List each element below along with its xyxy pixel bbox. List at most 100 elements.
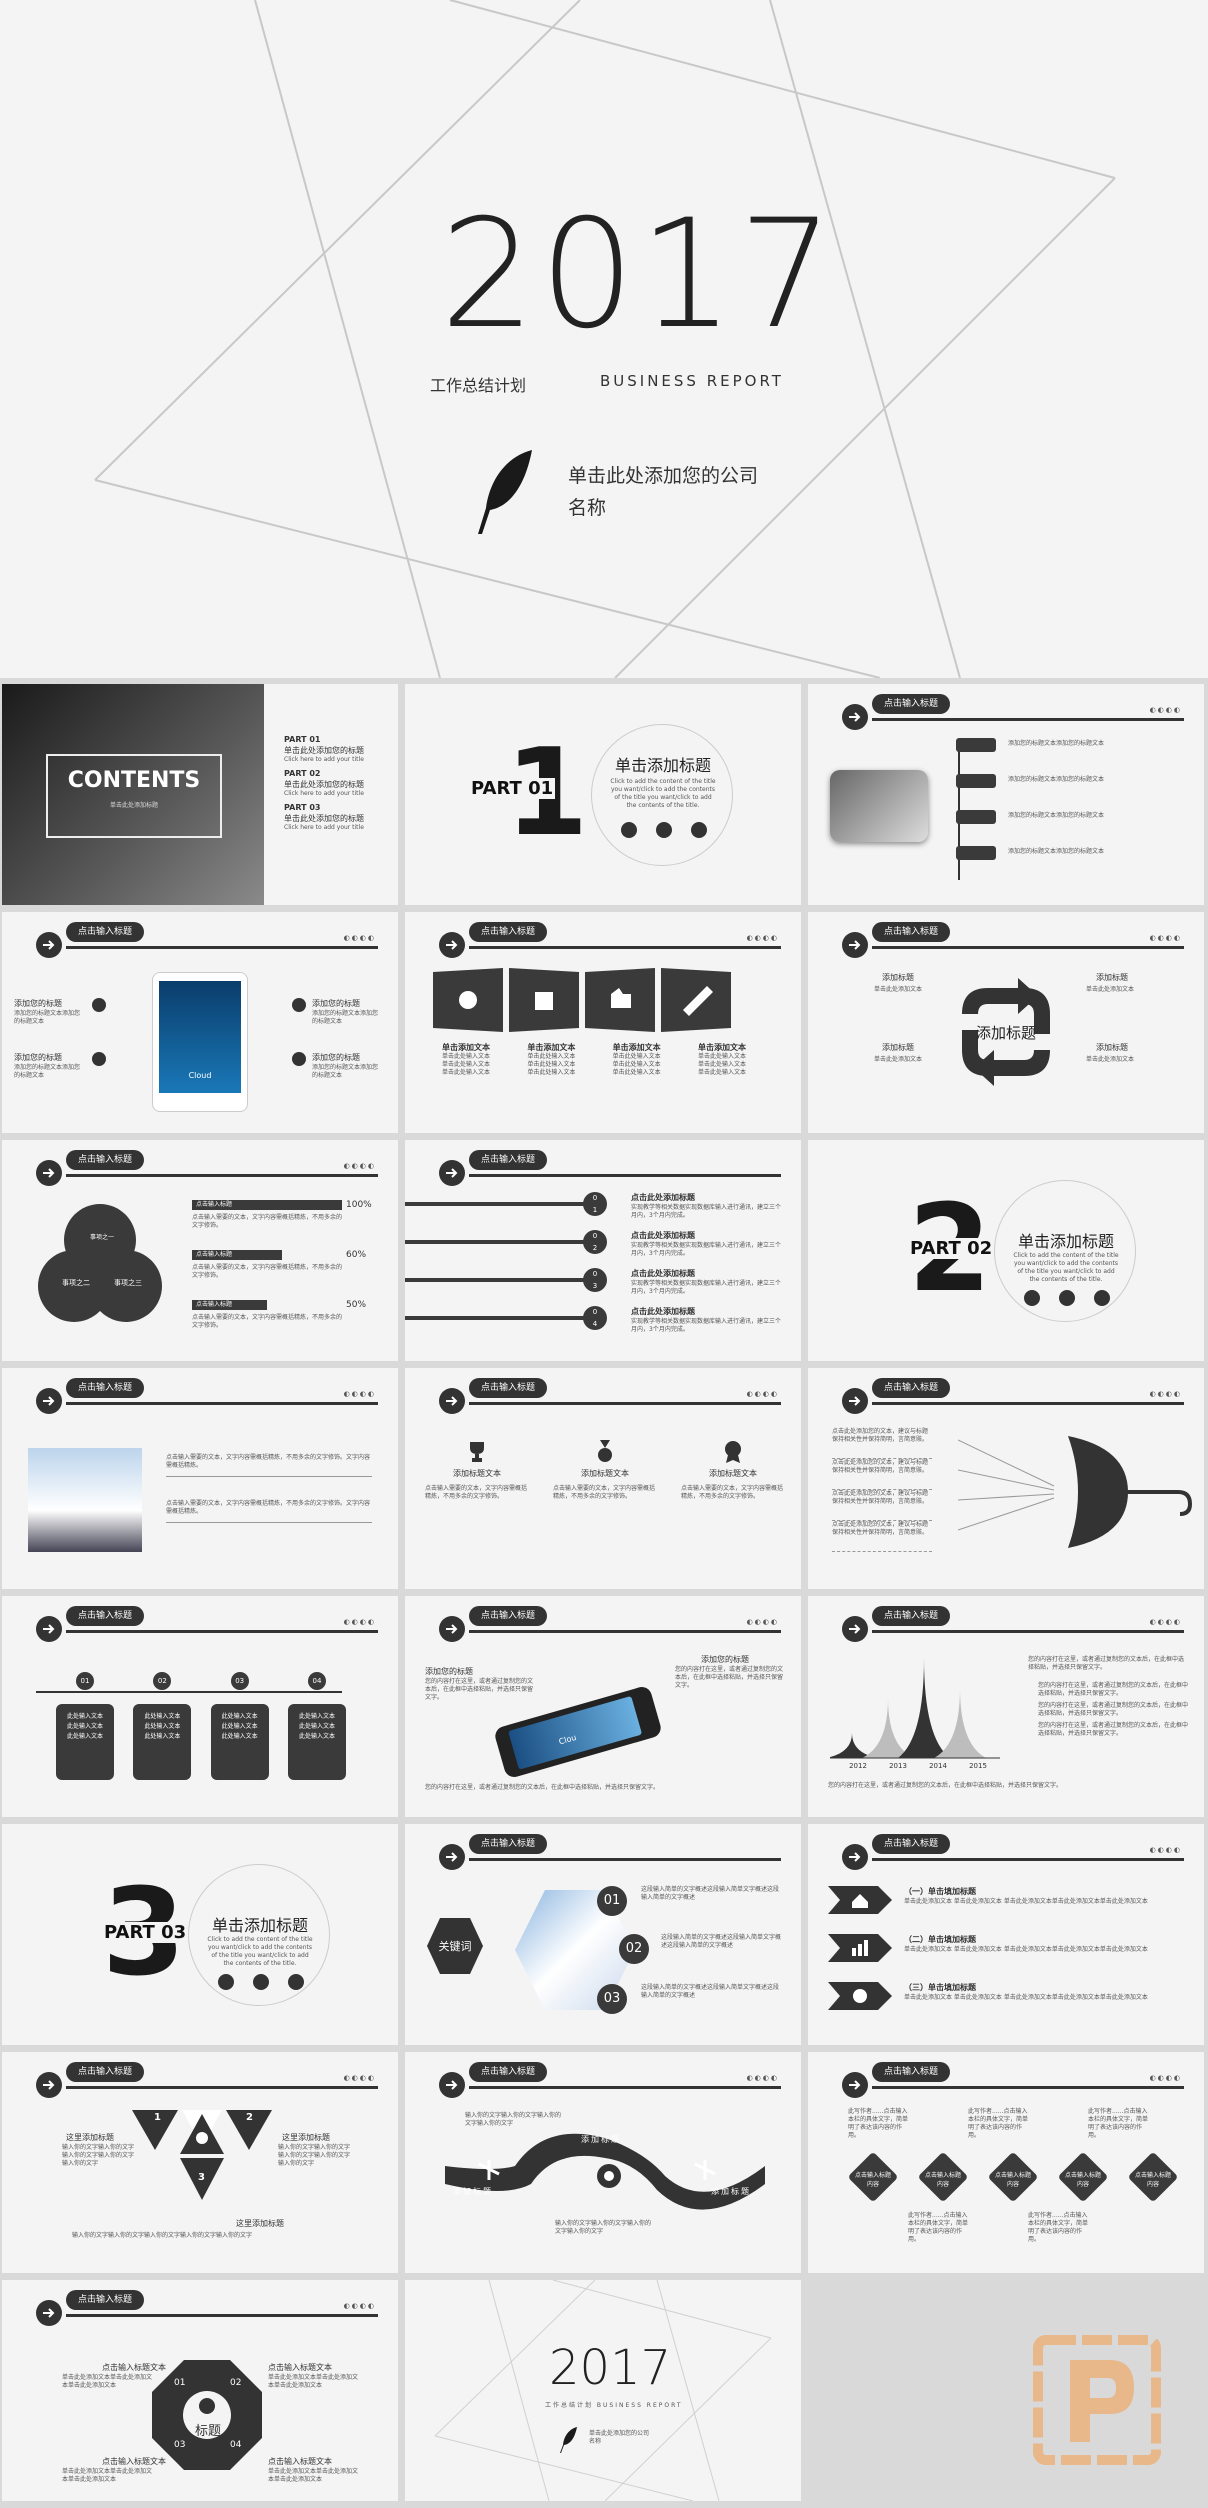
weibo-icon[interactable] [1094,1290,1110,1306]
slide-header[interactable]: 点击输入标题 [872,694,951,714]
arrow-title: （三）单击填加标题 [904,1983,976,1992]
slide-triangle[interactable]: 点击输入标题 ◐◐◐◐ 1 2 3 这里添加标题 输入你的文字输入你的文字输入你… [2,2052,398,2273]
header-rule [66,946,378,949]
slide-octagon[interactable]: 点击输入标题 ◐◐◐◐ 标题 01 02 03 04 点击输入标题文本 单击此处… [2,2280,398,2501]
slide-header[interactable]: 点击输入标题 [66,1150,145,1170]
list-title: 点击此处添加标题 [631,1269,695,1278]
slide-contents[interactable]: CONTENTS 单击此处添加标题 PART 01 单击此处添加您的标题 Cli… [2,684,398,905]
triangle-number: 2 [246,2112,253,2123]
slide-header[interactable]: 点击输入标题 [872,1378,951,1398]
diamond-text: 此写作者......点击输入本栏的具体文字，简单明了表达该内容的作用。 [968,2108,1029,2139]
keyword-text: 这段输入简单的文字概述这段输入简单文字概述这段输入简单的文字概述 [641,1984,780,1999]
slide-header[interactable]: 点击输入标题 [872,1834,951,1854]
arrow-icon [842,932,868,958]
slide-peak-chart[interactable]: 点击输入标题 ◐◐◐◐ 2012 2013 2014 2015 您的内容打在这里… [808,1596,1204,1817]
slide-four-shapes[interactable]: 点击输入标题 ◐◐◐◐ 单击添加文本 单击此处输入文本 单击此处输入文本 单击此处输入… [405,912,801,1133]
list-item: 0 2 点击此处添加标题 实现教学等相关数据实现数据库输入进行通讯，建立三个月内… [405,1230,801,1268]
award-label: 添加标题文本 [581,1469,629,1478]
triangle-text: 输入你的文字输入你的文字输入你的文字输入你的文字输入你的文字 [62,2144,135,2167]
octagon-number: 01 [174,2378,186,2388]
slide-part-02[interactable]: 2 PART 02 单击添加标题 Click to add the conten… [808,1140,1204,1361]
part-text[interactable]: 单击此处添加您的标题 [284,813,394,824]
arrow-icon [36,1616,62,1642]
list-number: 0 3 [583,1268,607,1292]
end-year: 2017 [549,2340,672,2396]
slide-header[interactable]: 点击输入标题 [469,1606,548,1626]
slide-keyword[interactable]: 点击输入标题 关键词 01 02 03 这段输入简单的文字概述这段输入简单文字概… [405,1824,801,2045]
slide-part-01[interactable]: 1 PART 01 单击添加标题 Click to add the conten… [405,684,801,905]
slide-header[interactable]: 点击输入标题 [469,1150,548,1170]
slide-header[interactable]: 点击输入标题 [469,2062,548,2082]
slide-header[interactable]: 点击输入标题 [66,1378,145,1398]
shape-text: 单击此处输入文本 [697,1053,746,1060]
slide-arrows-list[interactable]: 点击输入标题 ◐◐◐◐ （一）单击填加标题 单击此处添加文本 单击此处添加文本 … [808,1824,1204,2045]
people-text: 点击输入需要的文本，文字内容需概括精炼，不用多余的文字修饰。文字内容需概括精炼。 [166,1454,372,1477]
slide-header[interactable]: 点击输入标题 [66,2062,145,2082]
shape-label: 单击添加文本 [442,1043,490,1052]
slide-circles-bars[interactable]: 点击输入标题 ◐◐◐◐ 事项之一 事项之二 事项之三 点击输入标题 100% 点… [2,1140,398,1361]
year-label: 2014 [929,1762,947,1770]
wechat-icon[interactable] [253,1974,269,1990]
card-text: 此处输入文本 [298,1733,335,1740]
diamond-text: 此写作者......点击输入本栏的具体文字，简单明了表达该内容的作用。 [1088,2108,1149,2139]
slide-tablet[interactable]: 点击输入标题 ◐◐◐◐ Cloud 添加您的标题 添加您的标题文本添加您的标题文… [2,912,398,1133]
diamond-text: 此写作者......点击输入本栏的具体文字，简单明了表达该内容的作用。 [908,2212,969,2243]
slide-numbered-list[interactable]: 点击输入标题 0 1 点击此处添加标题 实现教学等相关数据实现数据库输入进行通讯… [405,1140,801,1361]
share-icon[interactable] [621,822,637,838]
part-label: PART 01 [284,735,321,744]
weibo-icon[interactable] [691,822,707,838]
slide-header[interactable]: 点击输入标题 [872,1606,951,1626]
slide-photo-list[interactable]: 点击输入标题 ◐◐◐◐ 添加您的标题文本添加您的标题文本 添加您的标题文本添加您… [808,684,1204,905]
slide-header[interactable]: 点击输入标题 [469,1378,548,1398]
cycle-text: 单击此处添加文本 [874,986,923,993]
wechat-icon[interactable] [656,822,672,838]
card-number: 01 [76,1672,94,1690]
slide-wave[interactable]: 点击输入标题 ◐◐◐◐ 输入你的文字输入你的文字输入你的文字输入你的文字 添加标… [405,2052,801,2273]
card-text: 此处输入文本 [221,1723,258,1730]
share-icon[interactable] [1024,1290,1040,1306]
slide-header[interactable]: 点击输入标题 [66,1606,145,1626]
octagon-label: 点击输入标题文本 [268,2363,332,2372]
slide-header[interactable]: 点击输入标题 [872,922,951,942]
arrow-icon [36,2300,62,2326]
slide-phone[interactable]: 点击输入标题 ◐◐◐◐ Clou 添加您的标题 您的内容打在这里，或者通过复制您… [405,1596,801,1817]
octagon-text: 单击此处添加文本单击此处添加文本单击此处添加文本 [268,2468,359,2483]
progress-bars: 点击输入标题 100% 点击输入需要的文本，文字内容需概括精炼，不用多余的文字修… [192,1200,382,1350]
business-people-photo [28,1448,142,1552]
phone-icon [292,1052,306,1066]
timeline-cards: 01 此处输入文本 此处输入文本 此处输入文本 02 此处输入文本 此处输入文本 此处输… [56,1672,346,1780]
wechat-icon[interactable] [1059,1290,1075,1306]
list-bar [405,1278,595,1282]
weibo-icon[interactable] [288,1974,304,1990]
wave-text: 输入你的文字输入你的文字输入你的文字输入你的文字 [555,2220,652,2235]
part-text[interactable]: 单击此处添加您的标题 [284,779,394,790]
diamond-label: 点击输入标题内容 [924,2172,961,2188]
phone-text: 您的内容打在这里，或者通过复制您的文本后，在此框中选择粘贴，并选择只保留文字。 [675,1666,784,1689]
slide-end[interactable]: 2017 工作总结计划 BUSINESS REPORT 单击此处添加您的公司名称 [405,2280,801,2501]
slide-people[interactable]: 点击输入标题 ◐◐◐◐ 点击输入需要的文本，文字内容需概括精炼，不用多余的文字修… [2,1368,398,1589]
item-title: 添加您的标题 [312,999,360,1008]
peak-bullet: 您的内容打在这里，或者通过复制您的文本后，在此框中选择粘贴，并选择只保留文字。 [1038,1702,1189,1717]
end-subtitle: 工作总结计划 BUSINESS REPORT [545,2402,683,2409]
slide-diamonds[interactable]: 点击输入标题 ◐◐◐◐ 点击输入标题内容 点击输入标题内容 点击输入标题内容 点… [808,2052,1204,2273]
slide-header[interactable]: 点击输入标题 [872,2062,951,2082]
part-text[interactable]: 单击此处添加您的标题 [284,745,394,756]
slide-awards[interactable]: 点击输入标题 ◐◐◐◐ 添加标题文本 点击输入需要的文本，文字内容需概括精炼，不… [405,1368,801,1589]
slide-header[interactable]: 点击输入标题 [469,922,548,942]
arrow-icon [36,932,62,958]
slide-header[interactable]: 点击输入标题 [469,1834,548,1854]
peak-caption: 您的内容打在这里，或者通过复制您的文本后，在此框中选择粘贴，并选择只保留文字。 [828,1782,1063,1789]
card-body: 此处输入文本 此处输入文本 此处输入文本 [133,1704,192,1780]
diamond-label: 点击输入标题内容 [1064,2172,1101,2188]
slide-timeline-cards[interactable]: 点击输入标题 ◐◐◐◐ 01 此处输入文本 此处输入文本 此处输入文本 02 此处输… [2,1596,398,1817]
slide-header[interactable]: 点击输入标题 [66,922,145,942]
timeline-tag [956,810,996,824]
cover-slide[interactable]: 2017 工作总结计划 BUSINESS REPORT 单击此处添加您的公司名称 [0,0,1208,678]
slide-cycle[interactable]: 点击输入标题 ◐◐◐◐ 添加标题 添加标题 单击此处添加文本 添加标题 单击此处… [808,912,1204,1133]
cycle-text: 单击此处添加文本 [1086,986,1135,993]
slide-umbrella[interactable]: 点击输入标题 ◐◐◐◐ 点击此处添加您的文本，建议与标题保持相关性并保持简明，言… [808,1368,1204,1589]
slide-part-03[interactable]: 3 PART 03 单击添加标题 Click to add the conten… [2,1824,398,2045]
share-icon[interactable] [218,1974,234,1990]
arrow-list: （一）单击填加标题 单击此处添加文本 单击此处添加文本 单击此处添加文本单击此处… [828,1886,1188,2030]
slide-header[interactable]: 点击输入标题 [66,2290,145,2310]
